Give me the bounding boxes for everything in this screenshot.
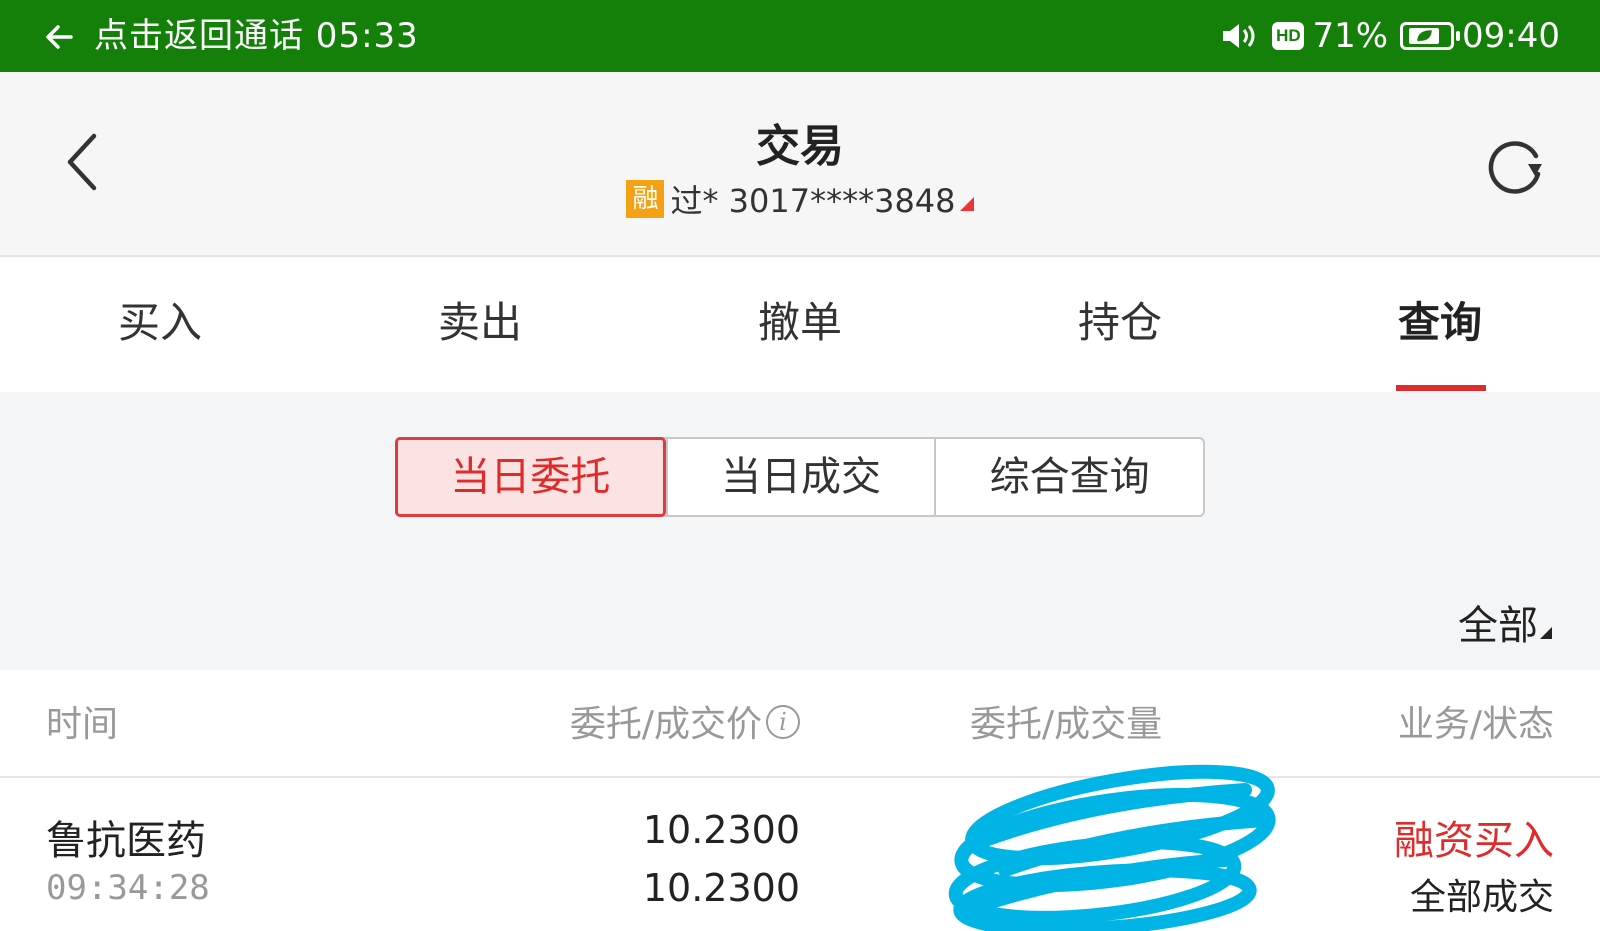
account-number: 过* 3017****3848 bbox=[670, 182, 956, 220]
business-type: 融资买入 bbox=[1394, 818, 1554, 864]
order-time: 09:34:28 bbox=[46, 868, 210, 908]
tab-query[interactable]: 查询 bbox=[1280, 257, 1600, 392]
tab-sell[interactable]: 卖出 bbox=[320, 257, 640, 392]
battery-icon bbox=[1400, 22, 1461, 50]
tab-cancel[interactable]: 撤单 bbox=[640, 257, 960, 392]
segment-today-deals[interactable]: 当日成交 bbox=[665, 439, 935, 515]
deal-price: 10.2300 bbox=[642, 866, 800, 910]
refresh-icon[interactable] bbox=[1484, 134, 1548, 198]
column-header-status: 业务/状态 bbox=[1397, 704, 1554, 745]
status-bar: 点击返回通话 05:33 HD 71% 09:40 bbox=[0, 0, 1600, 72]
return-to-call-text[interactable]: 点击返回通话 05:33 bbox=[94, 14, 419, 58]
margin-badge: 融 bbox=[626, 180, 665, 218]
segment-today-orders[interactable]: 当日委托 bbox=[395, 437, 666, 517]
redaction-scribble bbox=[948, 764, 1276, 931]
status-indicators: HD 71% 09:40 bbox=[1220, 14, 1560, 58]
trade-tabs: 买入 卖出 撤单 持仓 查询 bbox=[0, 257, 1600, 392]
active-tab-indicator bbox=[1396, 385, 1486, 391]
clock: 09:40 bbox=[1462, 16, 1560, 56]
table-row[interactable]: 鲁抗医药 09:34:28 10.2300 10.2300 融资买入 全部成交 bbox=[0, 778, 1600, 931]
dropdown-triangle-icon bbox=[1540, 627, 1552, 639]
filter-label: 全部 bbox=[1458, 603, 1538, 649]
battery-percent: 71% bbox=[1312, 16, 1389, 56]
column-header-price-label: 委托/成交价 bbox=[569, 704, 762, 745]
order-status: 全部成交 bbox=[1409, 877, 1554, 918]
tab-buy[interactable]: 买入 bbox=[0, 257, 320, 392]
segment-general-query[interactable]: 综合查询 bbox=[934, 439, 1203, 515]
app-header: 交易 融过* 3017****3848 bbox=[0, 72, 1600, 257]
stock-name: 鲁抗医药 bbox=[46, 818, 206, 864]
table-header: 时间 委托/成交价 i 委托/成交量 业务/状态 bbox=[0, 670, 1600, 778]
back-arrow-icon[interactable] bbox=[44, 22, 74, 52]
filter-dropdown[interactable]: 全部 bbox=[1458, 593, 1552, 651]
order-price: 10.2300 bbox=[642, 808, 800, 852]
hd-icon: HD bbox=[1272, 22, 1305, 50]
dropdown-triangle-icon bbox=[959, 197, 974, 211]
column-header-price: 委托/成交价 i bbox=[570, 670, 800, 780]
info-icon[interactable]: i bbox=[766, 705, 800, 739]
account-selector[interactable]: 融过* 3017****3848 bbox=[0, 176, 1600, 222]
column-header-time: 时间 bbox=[46, 704, 119, 745]
query-segmented-control: 当日委托 当日成交 综合查询 bbox=[395, 437, 1205, 517]
tab-positions[interactable]: 持仓 bbox=[960, 257, 1280, 392]
volume-icon bbox=[1223, 24, 1255, 48]
page-title: 交易 bbox=[756, 121, 844, 172]
